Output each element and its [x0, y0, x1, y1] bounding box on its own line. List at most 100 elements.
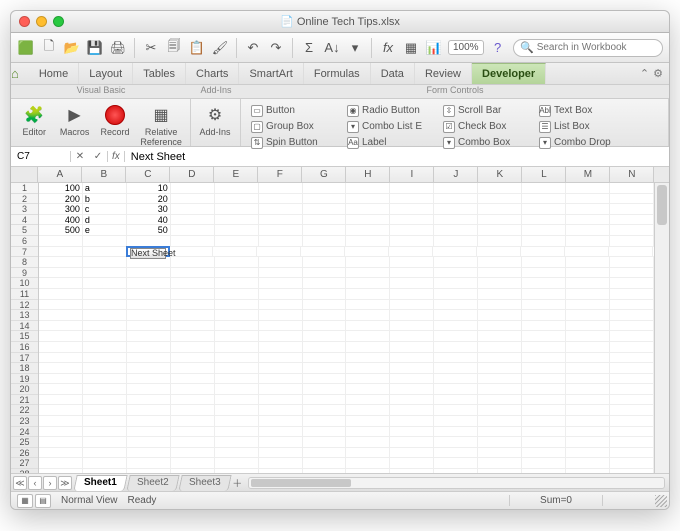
- cell-M4[interactable]: [566, 215, 610, 225]
- cell-A16[interactable]: [39, 342, 83, 352]
- cell-C20[interactable]: [127, 384, 171, 394]
- cell-K10[interactable]: [478, 278, 522, 288]
- cell-I18[interactable]: [390, 363, 434, 373]
- select-all-corner[interactable]: [11, 167, 38, 183]
- cell-M6[interactable]: [566, 236, 610, 246]
- cell-M11[interactable]: [566, 289, 610, 299]
- paste-icon[interactable]: 📋: [188, 39, 206, 57]
- cell-J24[interactable]: [434, 427, 478, 437]
- row-header-17[interactable]: 17: [11, 353, 38, 364]
- cell-G13[interactable]: [303, 310, 347, 320]
- cell-L16[interactable]: [522, 342, 566, 352]
- cell-H9[interactable]: [346, 268, 390, 278]
- cell-M22[interactable]: [566, 405, 610, 415]
- cell-G26[interactable]: [303, 448, 347, 458]
- cell-E13[interactable]: [215, 310, 259, 320]
- cell-G9[interactable]: [303, 268, 347, 278]
- cell-J21[interactable]: [434, 395, 478, 405]
- normal-view-button[interactable]: ▦: [17, 494, 33, 508]
- cell-B22[interactable]: [83, 405, 127, 415]
- cell-F23[interactable]: [259, 416, 303, 426]
- cell-I8[interactable]: [390, 257, 434, 267]
- cell-I5[interactable]: [390, 225, 434, 235]
- horizontal-scrollbar[interactable]: [248, 477, 665, 489]
- cell-E21[interactable]: [215, 395, 259, 405]
- cell-E16[interactable]: [215, 342, 259, 352]
- cell-A11[interactable]: [39, 289, 83, 299]
- chart-icon[interactable]: 📊: [425, 39, 443, 57]
- cell-B1[interactable]: a: [83, 183, 127, 193]
- cell-H17[interactable]: [346, 353, 390, 363]
- cell-I26[interactable]: [390, 448, 434, 458]
- cell-G6[interactable]: [303, 236, 347, 246]
- col-header-N[interactable]: N: [610, 167, 654, 182]
- cell-D4[interactable]: [171, 215, 215, 225]
- cell-M8[interactable]: [566, 257, 610, 267]
- cell-E26[interactable]: [215, 448, 259, 458]
- row-header-16[interactable]: 16: [11, 342, 38, 353]
- sheet-nav-first-icon[interactable]: ≪: [13, 476, 27, 490]
- cell-F19[interactable]: [259, 374, 303, 384]
- cell-B11[interactable]: [83, 289, 127, 299]
- cell-F27[interactable]: [259, 458, 303, 468]
- form-control-check-box[interactable]: ☑Check Box: [443, 119, 533, 134]
- cell-K15[interactable]: [478, 331, 522, 341]
- cell-N25[interactable]: [610, 437, 654, 447]
- sheet-nav-last-icon[interactable]: ≫: [58, 476, 72, 490]
- home-icon[interactable]: ⌂: [11, 63, 19, 84]
- tab-charts[interactable]: Charts: [186, 63, 239, 84]
- cell-A27[interactable]: [39, 458, 83, 468]
- cell-F24[interactable]: [259, 427, 303, 437]
- cell-A23[interactable]: [39, 416, 83, 426]
- cell-I12[interactable]: [390, 300, 434, 310]
- cell-B25[interactable]: [83, 437, 127, 447]
- col-header-H[interactable]: H: [346, 167, 390, 182]
- copy-icon[interactable]: 🗐: [165, 39, 183, 57]
- cell-L24[interactable]: [522, 427, 566, 437]
- cell-G24[interactable]: [303, 427, 347, 437]
- cell-I4[interactable]: [390, 215, 434, 225]
- print-icon[interactable]: 🖨: [109, 39, 127, 57]
- cell-I10[interactable]: [390, 278, 434, 288]
- cell-B27[interactable]: [83, 458, 127, 468]
- cell-N16[interactable]: [610, 342, 654, 352]
- cell-K25[interactable]: [478, 437, 522, 447]
- cell-E24[interactable]: [215, 427, 259, 437]
- cell-H7[interactable]: [345, 247, 389, 257]
- open-icon[interactable]: 📂: [63, 39, 81, 57]
- cell-F25[interactable]: [259, 437, 303, 447]
- cell-A21[interactable]: [39, 395, 83, 405]
- cell-I14[interactable]: [390, 321, 434, 331]
- cell-L18[interactable]: [522, 363, 566, 373]
- cell-J19[interactable]: [434, 374, 478, 384]
- cell-D6[interactable]: [171, 236, 215, 246]
- cell-L17[interactable]: [522, 353, 566, 363]
- sheet-nav-prev-icon[interactable]: ‹: [28, 476, 42, 490]
- cell-H18[interactable]: [346, 363, 390, 373]
- cell-B7[interactable]: [83, 247, 127, 257]
- cell-D10[interactable]: [171, 278, 215, 288]
- cell-J3[interactable]: [434, 204, 478, 214]
- cell-K16[interactable]: [478, 342, 522, 352]
- cell-F9[interactable]: [259, 268, 303, 278]
- cell-C10[interactable]: [127, 278, 171, 288]
- cell-M14[interactable]: [566, 321, 610, 331]
- page-layout-view-button[interactable]: ▤: [35, 494, 51, 508]
- cell-F14[interactable]: [259, 321, 303, 331]
- cell-J16[interactable]: [434, 342, 478, 352]
- col-header-G[interactable]: G: [302, 167, 346, 182]
- format-painter-icon[interactable]: 🖌: [211, 39, 229, 57]
- cell-C27[interactable]: [127, 458, 171, 468]
- redo-icon[interactable]: ↷: [267, 39, 285, 57]
- cell-E5[interactable]: [215, 225, 259, 235]
- cell-N6[interactable]: [610, 236, 654, 246]
- cell-M24[interactable]: [566, 427, 610, 437]
- cell-F1[interactable]: [259, 183, 303, 193]
- row-header-20[interactable]: 20: [11, 384, 38, 395]
- cell-E15[interactable]: [215, 331, 259, 341]
- cell-B20[interactable]: [83, 384, 127, 394]
- cell-K17[interactable]: [478, 353, 522, 363]
- cell-A22[interactable]: [39, 405, 83, 415]
- name-box[interactable]: C7: [11, 151, 71, 162]
- cell-grid[interactable]: 100a10200b20300c30400d40500e50Next Sheet: [39, 183, 654, 473]
